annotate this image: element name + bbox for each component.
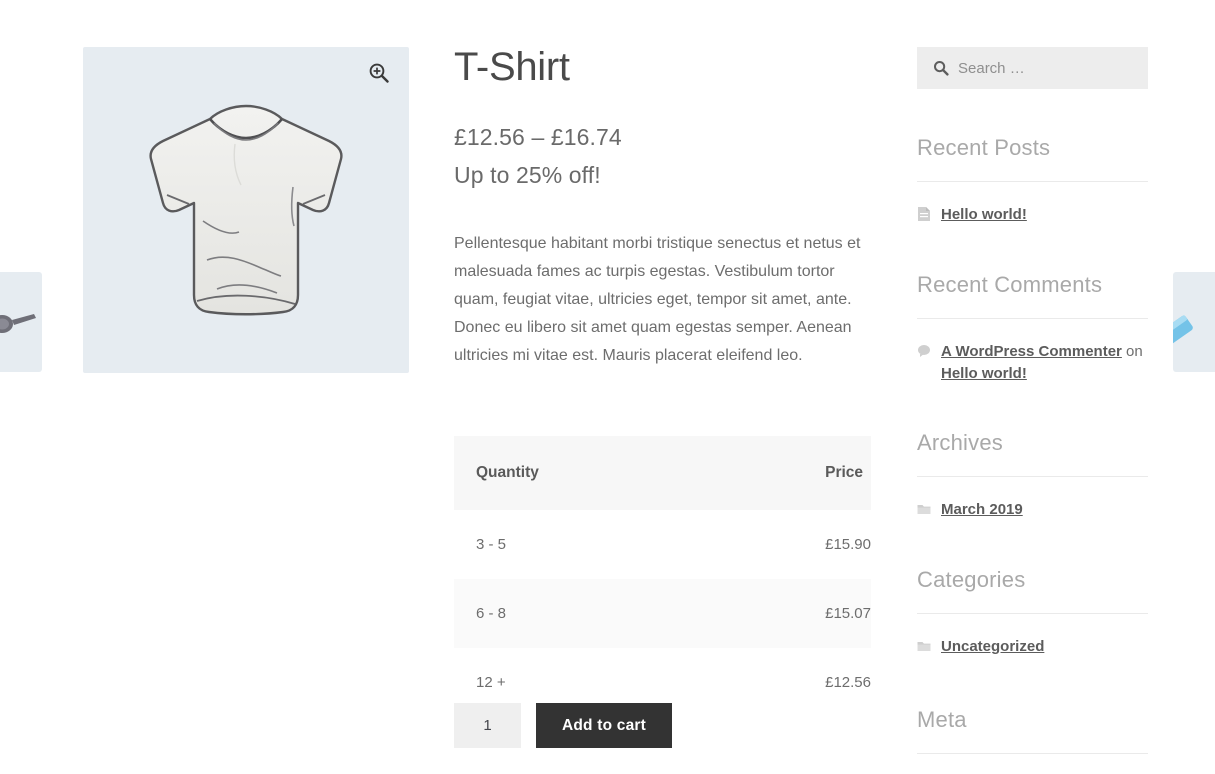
column-header-price: Price — [581, 436, 871, 510]
price-block: £12.56 – £16.74 Up to 25% off! — [454, 124, 874, 189]
zoom-in-icon[interactable] — [367, 61, 391, 85]
widget-title: Meta — [917, 707, 1148, 754]
widget-categories: Categories Uncategorized — [917, 567, 1148, 658]
recent-comments-list: A WordPress Commenter on Hello world! — [917, 319, 1148, 385]
add-to-cart-button[interactable]: Add to cart — [536, 703, 673, 748]
widget-recent-posts: Recent Posts Hello world! — [917, 135, 1148, 226]
search-input[interactable] — [958, 48, 1138, 88]
tiered-pricing-table: Quantity Price 3 - 5 £15.90 6 - 8 £15.07… — [454, 436, 871, 717]
widget-title: Archives — [917, 430, 1148, 478]
tshirt-illustration — [149, 104, 343, 316]
blue-product-icon — [1173, 315, 1193, 347]
widget-title: Recent Comments — [917, 272, 1148, 319]
list-item: March 2019 — [917, 499, 1148, 521]
search-box[interactable] — [917, 47, 1148, 89]
table-row: 6 - 8 £15.07 — [454, 579, 871, 648]
product-description: Pellentesque habitant morbi tristique se… — [454, 235, 861, 364]
category-link[interactable]: Uncategorized — [941, 636, 1044, 658]
table-header-row: Quantity Price — [454, 436, 871, 510]
product-price-range: £12.56 – £16.74 — [454, 124, 622, 150]
sidebar: Recent Posts Hello world! Recent Comment… — [917, 47, 1148, 754]
post-icon — [918, 207, 930, 221]
widget-archives: Archives March 2019 — [917, 430, 1148, 521]
gallery-prev-thumbnail[interactable] — [0, 272, 42, 372]
cell-quantity: 6 - 8 — [476, 605, 507, 622]
recent-posts-list: Hello world! — [917, 182, 1148, 226]
product-gallery[interactable] — [83, 47, 409, 373]
comment-icon — [918, 344, 930, 357]
categories-list: Uncategorized — [917, 614, 1148, 658]
table-row: 3 - 5 £15.90 — [454, 510, 871, 579]
folder-icon — [917, 505, 931, 515]
widget-meta: Meta — [917, 707, 1148, 754]
widget-recent-comments: Recent Comments A WordPress Commenter on… — [917, 272, 1148, 385]
cell-price: £15.90 — [825, 536, 871, 553]
gallery-next-thumbnail[interactable] — [1173, 272, 1215, 372]
list-item: A WordPress Commenter on Hello world! — [917, 341, 1148, 385]
archives-list: March 2019 — [917, 477, 1148, 521]
widget-title: Recent Posts — [917, 135, 1148, 182]
list-item: Hello world! — [917, 204, 1148, 226]
list-item: Uncategorized — [917, 636, 1148, 658]
quantity-input[interactable] — [454, 703, 521, 748]
product-discount-note: Up to 25% off! — [454, 162, 601, 188]
widget-title: Categories — [917, 567, 1148, 614]
archive-link[interactable]: March 2019 — [941, 499, 1023, 521]
comment-author-link[interactable]: A WordPress Commenter — [941, 343, 1122, 360]
cell-price: £15.07 — [825, 605, 871, 622]
comment-connector: on — [1121, 342, 1143, 360]
search-icon — [934, 61, 949, 76]
product-page: T-Shirt £12.56 – £16.74 Up to 25% off! P… — [0, 0, 1215, 774]
recent-post-link[interactable]: Hello world! — [941, 204, 1027, 226]
add-to-cart-form: Add to cart — [454, 703, 673, 748]
cell-quantity: 3 - 5 — [476, 536, 507, 553]
product-summary: T-Shirt £12.56 – £16.74 Up to 25% off! P… — [454, 44, 874, 370]
table-header: Quantity Price — [454, 436, 871, 510]
column-header-quantity: Quantity — [454, 436, 582, 510]
comment-post-link[interactable]: Hello world! — [941, 365, 1027, 382]
table-body: 3 - 5 £15.90 6 - 8 £15.07 12 + £12.56 — [454, 510, 871, 717]
sunglasses-icon — [0, 314, 36, 333]
page-title: T-Shirt — [454, 45, 570, 89]
folder-icon — [917, 642, 931, 651]
comment-entry: A WordPress Commenter on Hello world! — [941, 341, 1148, 385]
